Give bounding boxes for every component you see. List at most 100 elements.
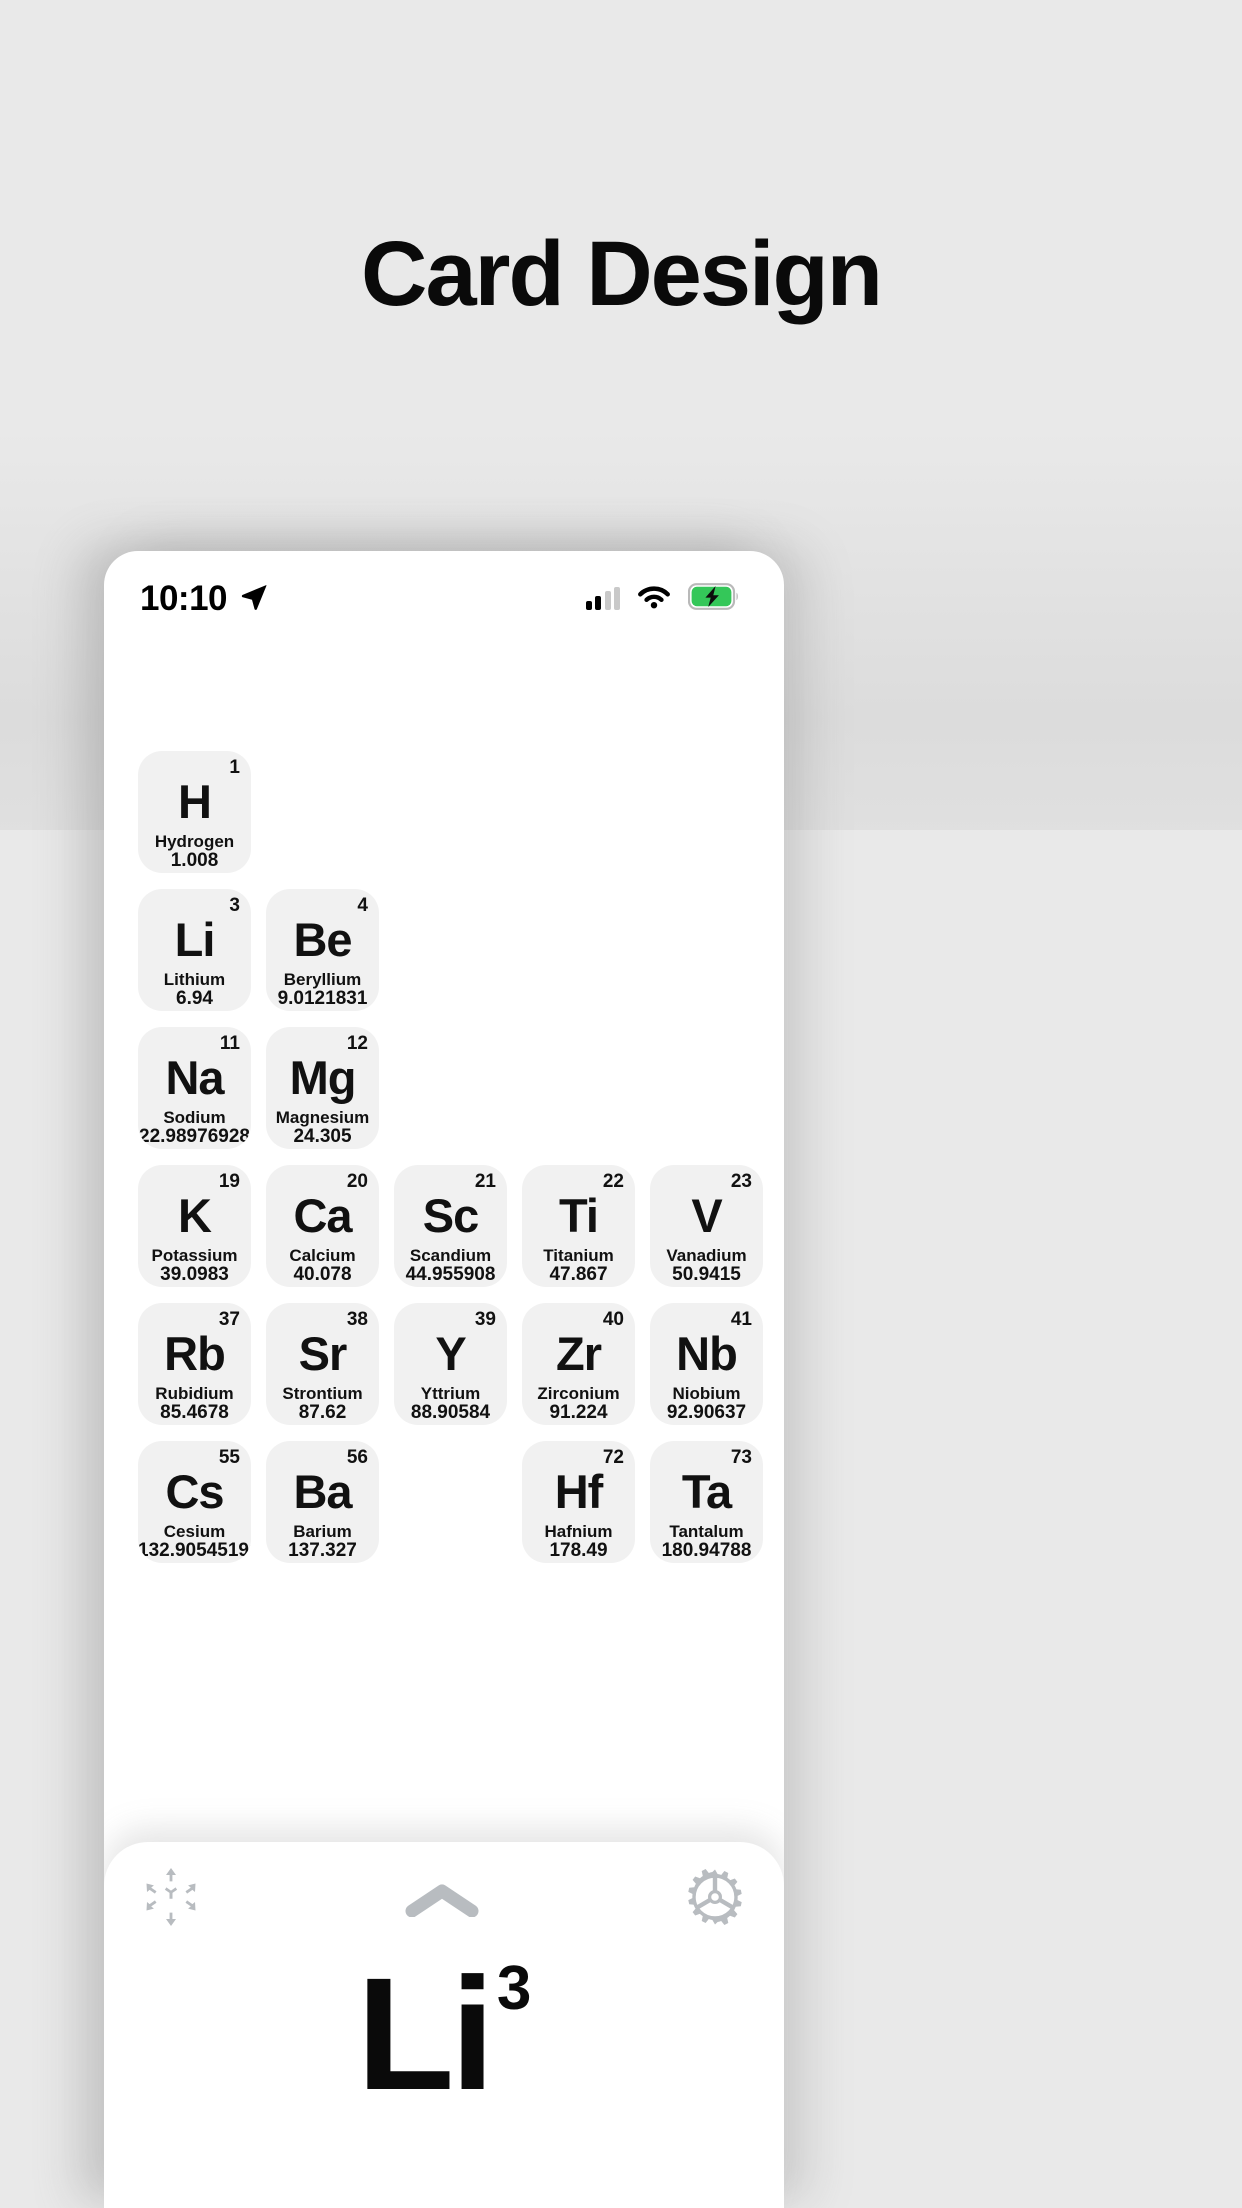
element-symbol: Zr bbox=[556, 1327, 602, 1380]
element-cell[interactable]: 20 Ca Calcium 40.078 bbox=[266, 1165, 379, 1287]
element-name: Niobium bbox=[672, 1384, 741, 1403]
element-card-v[interactable]: 23 V Vanadium 50.9415 bbox=[650, 1165, 763, 1287]
element-atomic-mass: 22.98976928 bbox=[139, 1126, 250, 1147]
element-symbol: Be bbox=[293, 913, 352, 966]
element-symbol: Ti bbox=[559, 1189, 599, 1242]
element-symbol: Y bbox=[435, 1327, 466, 1380]
wifi-icon bbox=[637, 584, 671, 614]
element-cell[interactable]: 40 Zr Zirconium 91.224 bbox=[522, 1303, 635, 1425]
element-atomic-mass: 47.867 bbox=[549, 1264, 608, 1285]
element-cell[interactable]: 23 V Vanadium 50.9415 bbox=[650, 1165, 763, 1287]
element-atomic-mass: 178.49 bbox=[549, 1540, 608, 1561]
element-atomic-mass: 50.9415 bbox=[672, 1264, 741, 1285]
battery-charging-icon bbox=[687, 583, 740, 615]
grid-fade-overlay bbox=[104, 1731, 784, 1851]
detail-element-number: 3 bbox=[496, 1954, 532, 2023]
sheet-toolbar bbox=[104, 1856, 784, 1942]
element-card-mg[interactable]: 12 Mg Magnesium 24.305 bbox=[266, 1027, 379, 1149]
element-atomic-mass: 85.4678 bbox=[160, 1402, 229, 1423]
element-cell[interactable]: 37 Rb Rubidium 85.4678 bbox=[138, 1303, 251, 1425]
element-cell[interactable]: 22 Ti Titanium 47.867 bbox=[522, 1165, 635, 1287]
element-symbol: Nb bbox=[676, 1327, 738, 1380]
element-cell[interactable]: 3 Li Lithium 6.94 bbox=[138, 889, 251, 1011]
element-atomic-number: 23 bbox=[730, 1171, 752, 1192]
element-atomic-mass: 132.90545196 bbox=[138, 1540, 251, 1561]
element-card-na[interactable]: 11 Na Sodium 22.98976928 bbox=[138, 1027, 251, 1149]
element-atomic-number: 73 bbox=[730, 1447, 752, 1468]
status-bar-right bbox=[585, 583, 741, 615]
element-grid-row: 3 Li Lithium 6.94 4 Be Beryllium 9.0121831 bbox=[104, 889, 784, 1011]
element-atomic-mass: 9.0121831 bbox=[277, 988, 368, 1009]
element-atomic-number: 19 bbox=[218, 1171, 240, 1192]
element-name: Tantalum bbox=[669, 1522, 744, 1541]
element-cell[interactable]: 72 Hf Hafnium 178.49 bbox=[522, 1441, 635, 1563]
element-atomic-number: 3 bbox=[229, 895, 240, 916]
element-cell[interactable]: 21 Sc Scandium 44.955908 bbox=[394, 1165, 507, 1287]
element-symbol: K bbox=[178, 1189, 212, 1242]
element-symbol: Mg bbox=[289, 1051, 357, 1104]
gear-icon[interactable] bbox=[684, 1866, 746, 1933]
element-atomic-mass: 1.008 bbox=[170, 850, 219, 871]
chevron-up-icon[interactable] bbox=[403, 1877, 481, 1921]
element-grid-row: 55 Cs Cesium 132.90545196 56 Ba Barium 137.327 7… bbox=[104, 1441, 784, 1563]
element-cell[interactable]: 38 Sr Strontium 87.62 bbox=[266, 1303, 379, 1425]
element-card-zr[interactable]: 40 Zr Zirconium 91.224 bbox=[522, 1303, 635, 1425]
element-card-be[interactable]: 4 Be Beryllium 9.0121831 bbox=[266, 889, 379, 1011]
ar-cube-icon[interactable] bbox=[142, 1866, 200, 1933]
element-cell[interactable]: 12 Mg Magnesium 24.305 bbox=[266, 1027, 379, 1149]
element-card-y[interactable]: 39 Y Yttrium 88.90584 bbox=[394, 1303, 507, 1425]
element-atomic-number: 39 bbox=[474, 1309, 496, 1330]
element-name: Zirconium bbox=[537, 1384, 620, 1403]
element-name: Magnesium bbox=[275, 1108, 370, 1127]
element-atomic-mass: 180.94788 bbox=[661, 1540, 752, 1561]
status-bar: 10:10 bbox=[104, 551, 784, 647]
element-card-sr[interactable]: 38 Sr Strontium 87.62 bbox=[266, 1303, 379, 1425]
element-name: Sodium bbox=[163, 1108, 226, 1127]
element-card-ba[interactable]: 56 Ba Barium 137.327 bbox=[266, 1441, 379, 1563]
element-cell[interactable]: 4 Be Beryllium 9.0121831 bbox=[266, 889, 379, 1011]
element-name: Scandium bbox=[409, 1246, 492, 1265]
element-cell[interactable]: 1 H Hydrogen 1.008 bbox=[138, 751, 251, 873]
element-symbol: Sr bbox=[298, 1327, 348, 1380]
element-card-k[interactable]: 19 K Potassium 39.0983 bbox=[138, 1165, 251, 1287]
element-card-nb[interactable]: 41 Nb Niobium 92.90637 bbox=[650, 1303, 763, 1425]
element-card-cs[interactable]: 55 Cs Cesium 132.90545196 bbox=[138, 1441, 251, 1563]
element-symbol: Ta bbox=[681, 1465, 732, 1518]
location-arrow-icon bbox=[239, 582, 269, 617]
element-card-h[interactable]: 1 H Hydrogen 1.008 bbox=[138, 751, 251, 873]
element-grid-row: 11 Na Sodium 22.98976928 12 Mg Magnesium 24.305 bbox=[104, 1027, 784, 1149]
element-symbol: V bbox=[691, 1189, 722, 1242]
element-card-ca[interactable]: 20 Ca Calcium 40.078 bbox=[266, 1165, 379, 1287]
element-atomic-mass: 91.224 bbox=[549, 1402, 608, 1423]
phone-mockup: 10:10 1 H Hydrogen 1.008 3 Li Lithium 6.… bbox=[104, 551, 784, 2208]
element-cell[interactable]: 73 Ta Tantalum 180.94788 bbox=[650, 1441, 763, 1563]
element-cell[interactable]: 56 Ba Barium 137.327 bbox=[266, 1441, 379, 1563]
element-symbol: Li bbox=[174, 913, 216, 966]
element-atomic-number: 72 bbox=[602, 1447, 624, 1468]
status-bar-left: 10:10 bbox=[140, 579, 269, 619]
element-card-ti[interactable]: 22 Ti Titanium 47.867 bbox=[522, 1165, 635, 1287]
element-card-sc[interactable]: 21 Sc Scandium 44.955908 bbox=[394, 1165, 507, 1287]
element-symbol: Cs bbox=[165, 1465, 224, 1518]
element-card-hf[interactable]: 72 Hf Hafnium 178.49 bbox=[522, 1441, 635, 1563]
element-symbol: Ba bbox=[293, 1465, 352, 1518]
element-card-rb[interactable]: 37 Rb Rubidium 85.4678 bbox=[138, 1303, 251, 1425]
element-cell[interactable]: 11 Na Sodium 22.98976928 bbox=[138, 1027, 251, 1149]
element-symbol: Rb bbox=[164, 1327, 226, 1380]
element-card-li[interactable]: 3 Li Lithium 6.94 bbox=[138, 889, 251, 1011]
element-name: Lithium bbox=[163, 970, 226, 989]
cellular-signal-icon bbox=[585, 587, 620, 610]
element-symbol: Ca bbox=[293, 1189, 352, 1242]
element-name: Calcium bbox=[289, 1246, 356, 1265]
element-cell[interactable]: 41 Nb Niobium 92.90637 bbox=[650, 1303, 763, 1425]
element-name: Rubidium bbox=[155, 1384, 234, 1403]
element-atomic-mass: 92.90637 bbox=[666, 1402, 747, 1423]
element-cell[interactable]: 19 K Potassium 39.0983 bbox=[138, 1165, 251, 1287]
element-atomic-number: 21 bbox=[474, 1171, 496, 1192]
element-name: Yttrium bbox=[420, 1384, 481, 1403]
element-atomic-mass: 6.94 bbox=[176, 988, 213, 1009]
element-card-ta[interactable]: 73 Ta Tantalum 180.94788 bbox=[650, 1441, 763, 1563]
element-cell[interactable]: 55 Cs Cesium 132.90545196 bbox=[138, 1441, 251, 1563]
element-atomic-number: 1 bbox=[229, 757, 240, 778]
element-cell[interactable]: 39 Y Yttrium 88.90584 bbox=[394, 1303, 507, 1425]
